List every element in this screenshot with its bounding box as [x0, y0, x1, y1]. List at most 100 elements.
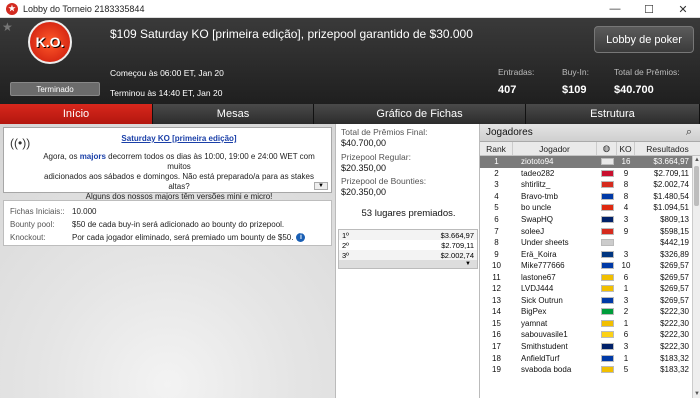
player-rank: 3	[494, 180, 499, 190]
player-result: $2.709,11	[654, 168, 689, 178]
player-rank: 5	[494, 203, 499, 213]
pokerstars-app-icon: ★	[6, 2, 18, 15]
player-row[interactable]: 12 LVDJ444 1 $269,57	[480, 283, 692, 295]
player-ko: 1	[623, 284, 629, 294]
payout-table: 1º $3.664,97 2º $2.709,11 3º $2.002,74 ▼	[338, 229, 478, 269]
country-flag-icon	[600, 216, 614, 223]
player-flag-icon	[597, 366, 617, 374]
player-row[interactable]: 16 sabouvasile1 6 $222,30	[480, 329, 692, 341]
country-flag-icon	[600, 158, 614, 166]
player-result: $442,19	[660, 238, 689, 248]
player-flag-icon	[597, 169, 617, 177]
total-prize-value: $40.700	[614, 84, 654, 96]
country-flag-icon	[600, 366, 614, 374]
player-name: tadeo282	[521, 168, 555, 178]
player-flag-icon	[597, 158, 617, 166]
maximize-button[interactable]: ☐	[632, 0, 666, 18]
close-button[interactable]: ✕	[666, 0, 700, 18]
player-row[interactable]: 8 Under sheets $442,19	[480, 237, 692, 249]
player-row[interactable]: 13 Sick Outrun 3 $269,57	[480, 295, 692, 307]
scrollbar-thumb[interactable]	[694, 166, 699, 206]
player-result: $222,30	[660, 307, 689, 317]
player-result: $598,15	[660, 226, 689, 236]
player-row[interactable]: 17 Smithstudent 3 $222,30	[480, 341, 692, 353]
col-ko[interactable]: KO	[617, 142, 635, 155]
search-icon[interactable]: ⌕	[682, 126, 696, 139]
announcement-text: Agora, os majors decorrem todos os dias …	[43, 152, 315, 201]
scroll-down-icon[interactable]: ▼	[693, 390, 700, 398]
player-rank: 14	[492, 307, 501, 317]
player-rank: 13	[492, 295, 501, 305]
tab-estrutura[interactable]: Estrutura	[526, 104, 700, 124]
col-player[interactable]: Jogador	[513, 142, 597, 155]
country-flag-icon	[600, 181, 614, 189]
player-row[interactable]: 14 BigPex 2 $222,30	[480, 306, 692, 318]
info-icon[interactable]: i	[296, 233, 306, 243]
tab-inicio[interactable]: Início	[0, 104, 153, 124]
player-ko: 1	[623, 353, 629, 363]
player-row[interactable]: 1 ziototo94 16 $3.664,97	[480, 156, 692, 168]
country-flag-icon	[600, 192, 614, 200]
country-flag-icon	[600, 285, 614, 293]
player-name: AnfieldTurf	[521, 353, 560, 363]
places-paid: 53 lugares premiados.	[361, 208, 456, 219]
player-row[interactable]: 10 Mike777666 10 $269,57	[480, 260, 692, 272]
player-row[interactable]: 6 SwapHQ 3 $809,13	[480, 214, 692, 226]
player-rank: 19	[492, 365, 501, 375]
player-flag-icon	[597, 250, 617, 258]
player-row[interactable]: 3 shtirlitz_ 8 $2.002,74	[480, 179, 692, 191]
player-rank: 10	[492, 261, 501, 271]
majors-link[interactable]: majors	[80, 152, 106, 161]
minimize-button[interactable]: —	[598, 0, 632, 18]
scroll-up-icon[interactable]: ▲	[693, 156, 700, 164]
knockout-value: Por cada jogador eliminado, será premiad…	[72, 233, 294, 242]
player-flag-icon	[597, 239, 617, 247]
favorite-star-icon[interactable]: ★	[2, 20, 13, 34]
announcement-scroll-down-icon[interactable]: ▼	[314, 182, 328, 190]
player-row[interactable]: 19 svaboda boda 5 $183,32	[480, 364, 692, 376]
players-scrollbar[interactable]: ▲ ▼	[692, 156, 700, 398]
player-row[interactable]: 11 lastone67 6 $269,57	[480, 271, 692, 283]
player-name: Smithstudent	[521, 342, 568, 352]
player-result: $809,13	[660, 215, 689, 224]
poker-lobby-button[interactable]: Lobby de poker	[594, 26, 694, 53]
starting-chips-label: Fichas Iniciais::	[10, 207, 65, 216]
player-row[interactable]: 18 AnfieldTurf 1 $183,32	[480, 352, 692, 364]
total-prize-final-value: $40.700,00	[341, 138, 387, 148]
player-row[interactable]: 9 Erä_Koira 3 $326,89	[480, 248, 692, 260]
player-ko: 1	[623, 318, 629, 328]
status-badge: Terminado	[10, 82, 100, 96]
col-results[interactable]: Resultados	[635, 142, 700, 155]
player-ko: 2	[623, 307, 629, 317]
announcement-title[interactable]: Saturday KO [primeira edição]	[34, 134, 324, 143]
info-panel: ((•)) Saturday KO [primeira edição] Agor…	[0, 124, 335, 398]
tab-grafico-de-fichas[interactable]: Gráfico de Fichas	[314, 104, 526, 124]
player-name: BigPex	[521, 307, 547, 317]
player-row[interactable]: 4 Bravo-tmb 8 $1.480,54	[480, 191, 692, 203]
player-row[interactable]: 15 yamnat 1 $222,30	[480, 318, 692, 330]
player-ko: 6	[623, 272, 629, 282]
col-country-globe-icon[interactable]: ◍	[597, 142, 617, 155]
player-name: lastone67	[521, 272, 556, 282]
player-row[interactable]: 2 tadeo282 9 $2.709,11	[480, 168, 692, 180]
player-ko: 5	[623, 365, 629, 375]
player-flag-icon	[597, 331, 617, 339]
payout-expand-icon[interactable]: ▼	[339, 260, 477, 268]
tab-mesas[interactable]: Mesas	[153, 104, 314, 124]
start-time: Começou às 06:00 ET, Jan 20	[110, 68, 224, 78]
total-prize-final-label: Total de Prêmios Final:	[341, 127, 428, 137]
player-name: yamnat	[521, 318, 548, 328]
window-title: Lobby do Torneio 2183335844	[23, 3, 145, 14]
player-result: $2.002,74	[653, 180, 689, 190]
player-row[interactable]: 7 soleeJ 9 $598,15	[480, 225, 692, 237]
player-result: $269,57	[660, 261, 689, 271]
buyin-value: $109	[562, 84, 587, 96]
country-flag-icon	[600, 308, 614, 316]
player-ko: 6	[623, 330, 629, 340]
player-result: $222,30	[660, 342, 689, 352]
player-name: Sick Outrun	[521, 295, 563, 305]
player-result: $183,32	[660, 353, 689, 363]
col-rank[interactable]: Rank	[480, 142, 513, 155]
players-column-headers: Rank Jogador ◍ KO Resultados	[480, 142, 700, 156]
player-row[interactable]: 5 bo uncle 4 $1.094,51	[480, 202, 692, 214]
